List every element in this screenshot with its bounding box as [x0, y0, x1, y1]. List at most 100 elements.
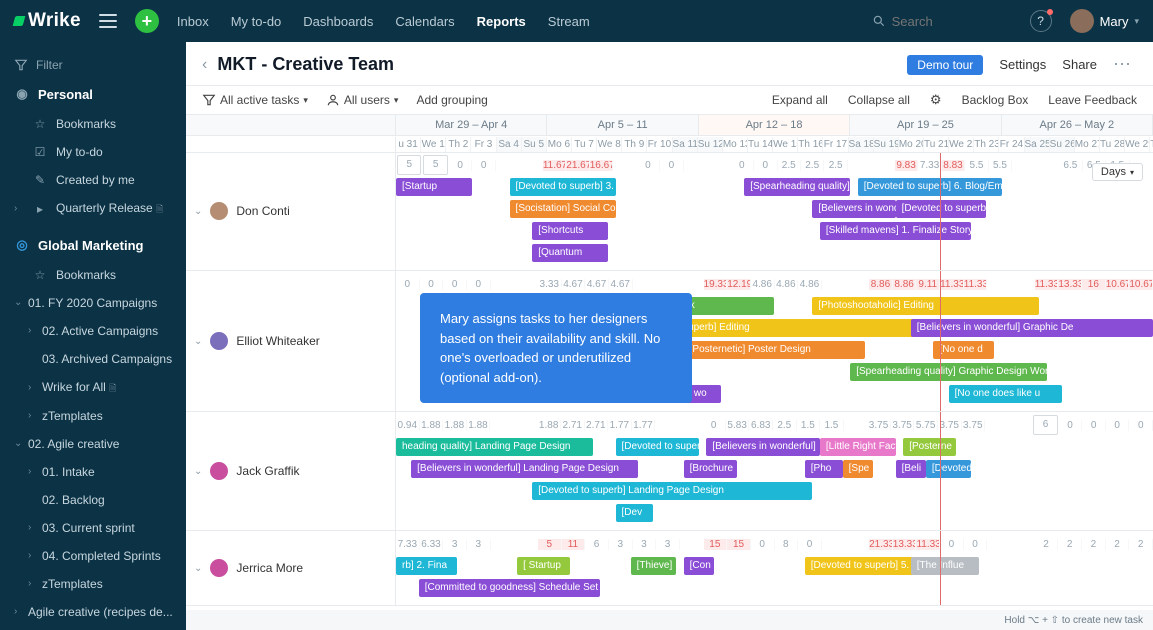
tree-item[interactable]: 02. Backlog [0, 486, 186, 514]
nav-dashboards[interactable]: Dashboards [303, 14, 373, 29]
hour-cell: 0 [472, 160, 495, 171]
sidebar-global-header[interactable]: ◎ Global Marketing [0, 229, 186, 261]
collapse-all[interactable]: Collapse all [848, 93, 910, 107]
nav-reports[interactable]: Reports [477, 14, 526, 29]
task-bar[interactable]: [Con [684, 557, 714, 575]
tree-item[interactable]: ⌄02. Agile creative [0, 430, 186, 458]
task-bar[interactable]: [Devoted [926, 460, 971, 478]
task-bar[interactable]: [Devoted to superb] Landing Page Design [532, 482, 812, 500]
task-bar[interactable]: [Startup [396, 178, 472, 196]
filter-users[interactable]: All users▾ [326, 93, 399, 107]
create-button[interactable]: + [135, 9, 159, 33]
keyboard-hint: Hold ⌥ + ⇧ to create new task [186, 610, 1153, 630]
hour-cell: 3.75 [867, 420, 891, 431]
leave-feedback[interactable]: Leave Feedback [1048, 93, 1137, 107]
task-bar[interactable]: [Devoted to superb] L [616, 438, 699, 456]
tree-item[interactable]: ›03. Current sprint [0, 514, 186, 542]
sidebar-personal-header[interactable]: ◉ Personal [0, 78, 186, 110]
settings-link[interactable]: Settings [999, 57, 1046, 72]
nav-stream[interactable]: Stream [548, 14, 590, 29]
share-link[interactable]: Share [1062, 57, 1097, 72]
sidebar-item[interactable]: ✎Created by me [0, 166, 186, 194]
task-bar[interactable]: [ Startup [517, 557, 570, 575]
hour-cell: 1.88 [467, 420, 491, 431]
hour-cell: 0 [1082, 420, 1106, 431]
task-bar[interactable]: [Believers in wonderf [812, 200, 895, 218]
person-icon: ◉ [14, 86, 30, 102]
tree-item[interactable]: ›Agile creative (recipes de... [0, 598, 186, 626]
task-bar[interactable]: [No one does like u [949, 385, 1063, 403]
tree-item[interactable]: ›zTemplates [0, 570, 186, 598]
sidebar-filter[interactable]: Filter [0, 52, 186, 78]
task-bar[interactable]: [Spearheading quality] Social Co [744, 178, 850, 196]
global-search[interactable] [872, 14, 1012, 29]
nav-inbox[interactable]: Inbox [177, 14, 209, 29]
task-bar[interactable]: [Devoted to superb] 3. Initi [510, 178, 616, 196]
filter-tasks[interactable]: All active tasks▾ [202, 93, 308, 107]
tree-item[interactable]: 03. Archived Campaigns [0, 345, 186, 373]
task-bar[interactable]: [Photoshootaholic] Editing [812, 297, 1039, 315]
task-bar[interactable]: [Spearheading quality] Graphic Design Wo… [850, 363, 1047, 381]
settings-icon[interactable]: ⚙ [930, 92, 942, 108]
tree-item[interactable]: ›01. Intake [0, 458, 186, 486]
help-button[interactable]: ? [1030, 10, 1052, 32]
task-bar[interactable]: [Skilled mavens] 1. Finalize Storyboard [820, 222, 971, 240]
task-bar[interactable]: [Beli [896, 460, 926, 478]
granularity-select[interactable]: Days ▾ [1092, 163, 1143, 181]
task-bar[interactable]: [No one d [933, 341, 994, 359]
task-bar[interactable]: [Posternetic] Poster Design [684, 341, 866, 359]
back-button[interactable]: ‹ [202, 56, 207, 74]
task-bar[interactable]: [Posterne [903, 438, 956, 456]
hour-cell: 8 [775, 539, 799, 550]
task-bar[interactable]: [Shortcuts [532, 222, 608, 240]
tree-item[interactable]: ›zTemplates [0, 402, 186, 430]
demo-tour-button[interactable]: Demo tour [907, 55, 983, 75]
hour-cell: 6.33 [420, 539, 444, 550]
task-bar[interactable]: [Devoted to superb] 6. Blog/Email Creati… [858, 178, 1002, 196]
task-bar[interactable]: [Socistation] Social Co [510, 200, 616, 218]
collapse-row[interactable]: ⌄ [194, 206, 202, 217]
hour-cell: 15 [704, 539, 728, 550]
sidebar-item[interactable]: ☆Bookmarks [0, 261, 186, 289]
task-bar[interactable]: [Pho [805, 460, 843, 478]
sidebar-item[interactable]: ›▸Quarterly Release 🗎 [0, 194, 186, 223]
collapse-row[interactable]: ⌄ [194, 336, 202, 347]
tree-item[interactable]: ›02. Active Campaigns [0, 317, 186, 345]
sidebar-item[interactable]: ☑My to-do [0, 138, 186, 166]
task-bar[interactable]: [Spe [843, 460, 873, 478]
task-bar[interactable]: [Committed to goodness] Schedule Set [419, 579, 601, 597]
task-bar[interactable]: rb] 2. Fina [396, 557, 457, 575]
tree-item[interactable]: ⌄01. FY 2020 Campaigns [0, 289, 186, 317]
search-input[interactable] [892, 14, 1012, 29]
nav-calendars[interactable]: Calendars [395, 14, 454, 29]
nav-my-to-do[interactable]: My to-do [231, 14, 282, 29]
task-bar[interactable]: [Believers in wonderful] Landing Page De… [411, 460, 638, 478]
user-name: Jack Graffik [236, 464, 299, 478]
tree-item[interactable]: ›04. Completed Sprints [0, 542, 186, 570]
menu-toggle[interactable] [99, 14, 117, 28]
hour-cell: 1.5 [797, 420, 821, 431]
sidebar-item[interactable]: ☆Bookmarks [0, 110, 186, 138]
hour-cell: 6 [585, 539, 609, 550]
task-bar[interactable]: [The Influe [911, 557, 979, 575]
task-bar[interactable]: heading quality] Landing Page Design [396, 438, 593, 456]
task-bar[interactable]: [Dev [616, 504, 654, 522]
expand-all[interactable]: Expand all [772, 93, 828, 107]
backlog-box[interactable]: Backlog Box [962, 93, 1029, 107]
add-grouping[interactable]: Add grouping [416, 93, 487, 107]
day-header: Tu 14 [748, 137, 773, 152]
task-bar[interactable]: [Brochure [684, 460, 737, 478]
user-menu[interactable]: Mary ▾ [1070, 9, 1139, 33]
hour-cell: 4.86 [775, 279, 799, 290]
task-bar[interactable]: [Quantum [532, 244, 608, 262]
task-bar[interactable]: [Believers in wonderful] [706, 438, 820, 456]
tree-item[interactable]: ›Wrike for All 🗎 [0, 373, 186, 402]
collapse-row[interactable]: ⌄ [194, 563, 202, 574]
collapse-row[interactable]: ⌄ [194, 466, 202, 477]
day-header: Tu 28 [1100, 137, 1125, 152]
week-header: Mar 29 – Apr 4 [396, 115, 547, 135]
task-bar[interactable]: [Believers in wonderful] Graphic De [911, 319, 1153, 337]
task-bar[interactable]: [Thieve] [631, 557, 676, 575]
more-menu[interactable]: ⋯ [1113, 54, 1133, 75]
task-bar[interactable]: [Little Right Factor] P [820, 438, 896, 456]
